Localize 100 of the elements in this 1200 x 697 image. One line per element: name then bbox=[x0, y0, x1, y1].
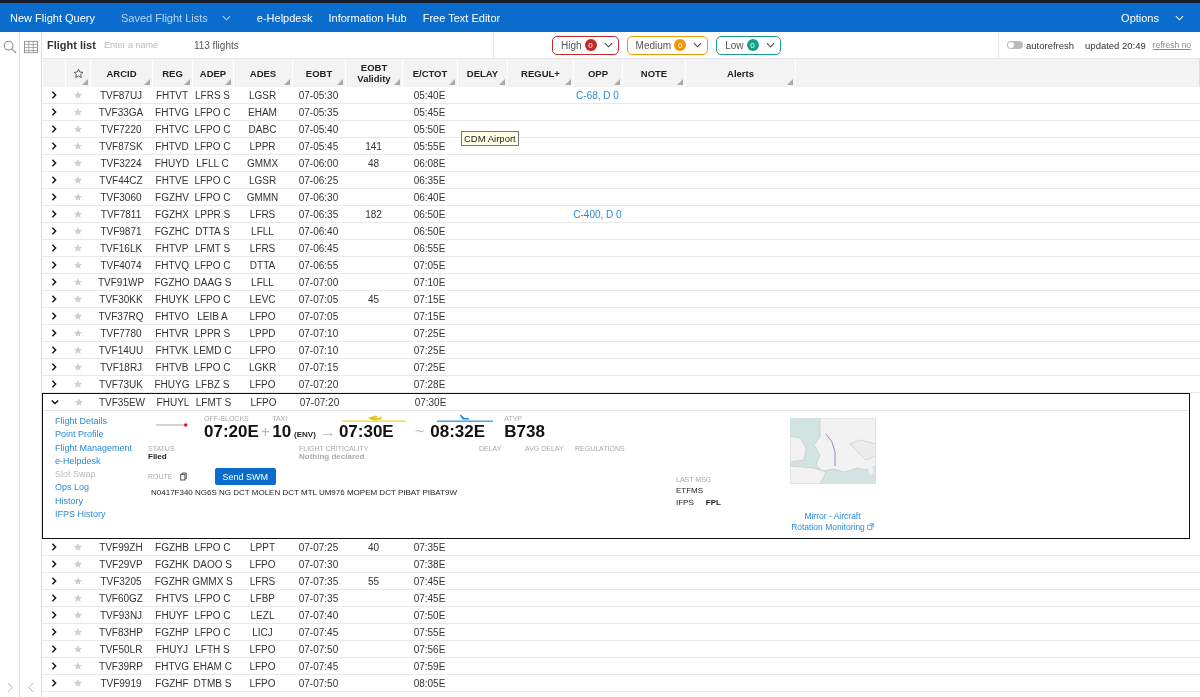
star-icon[interactable] bbox=[72, 644, 83, 654]
priority-filter[interactable]: Low 0 bbox=[716, 35, 781, 55]
star-icon[interactable] bbox=[72, 661, 83, 671]
chevron-right-icon[interactable] bbox=[49, 295, 58, 303]
expand-right-icon[interactable] bbox=[6, 682, 13, 693]
detail-link[interactable]: Point Profile bbox=[55, 429, 148, 440]
chevron-right-icon[interactable] bbox=[49, 543, 58, 551]
chevron-right-icon[interactable] bbox=[49, 159, 58, 167]
resize-grip-icon[interactable] bbox=[284, 79, 290, 85]
chevron-right-icon[interactable] bbox=[49, 176, 58, 184]
nav-item[interactable]: e-Helpdesk bbox=[248, 11, 321, 24]
detail-link[interactable]: History bbox=[55, 495, 148, 506]
star-icon[interactable] bbox=[72, 328, 83, 338]
column-header[interactable]: NOTE bbox=[640, 67, 668, 79]
chevron-right-icon[interactable] bbox=[49, 662, 58, 670]
column-header[interactable]: E/CTOT bbox=[412, 67, 448, 79]
star-icon[interactable] bbox=[72, 107, 83, 117]
star-icon[interactable] bbox=[72, 260, 83, 270]
chevron-right-icon[interactable] bbox=[49, 125, 58, 133]
resize-grip-icon[interactable] bbox=[499, 79, 505, 85]
resize-grip-icon[interactable] bbox=[144, 79, 150, 85]
star-icon[interactable] bbox=[72, 678, 83, 688]
column-header[interactable]: ADES bbox=[249, 67, 277, 79]
star-icon[interactable] bbox=[72, 226, 83, 236]
star-icon[interactable] bbox=[72, 311, 83, 321]
options-menu[interactable]: Options bbox=[1113, 11, 1192, 24]
star-icon[interactable] bbox=[72, 158, 83, 168]
table-icon[interactable] bbox=[23, 40, 38, 54]
chevron-right-icon[interactable] bbox=[49, 645, 58, 653]
star-icon[interactable] bbox=[73, 397, 84, 407]
star-icon[interactable] bbox=[72, 576, 83, 586]
detail-link[interactable]: IFPS History bbox=[55, 509, 148, 520]
column-header[interactable]: REGUL+ bbox=[521, 67, 560, 79]
column-header[interactable]: OPP bbox=[587, 67, 609, 79]
star-icon[interactable] bbox=[72, 379, 83, 389]
star-icon[interactable] bbox=[72, 90, 83, 100]
detail-link[interactable]: Ops Log bbox=[55, 482, 148, 493]
resize-grip-icon[interactable] bbox=[82, 79, 88, 85]
star-icon[interactable] bbox=[72, 192, 83, 202]
chevron-right-icon[interactable] bbox=[49, 628, 58, 636]
priority-filter[interactable]: High 0 bbox=[552, 35, 619, 55]
chevron-right-icon[interactable] bbox=[49, 380, 58, 388]
column-header[interactable]: EOBT bbox=[305, 67, 333, 79]
chevron-right-icon[interactable] bbox=[49, 346, 58, 354]
column-header[interactable]: ARCID bbox=[106, 67, 137, 79]
star-icon[interactable] bbox=[72, 141, 83, 151]
star-icon[interactable] bbox=[72, 593, 83, 603]
autorefresh-toggle[interactable] bbox=[1007, 41, 1023, 49]
resize-grip-icon[interactable] bbox=[565, 79, 571, 85]
star-icon[interactable] bbox=[72, 243, 83, 253]
detail-link[interactable]: Flight Details bbox=[55, 416, 148, 426]
detail-link[interactable]: e-Helpdesk bbox=[55, 455, 148, 466]
nav-item[interactable]: Free Text Editor bbox=[414, 11, 509, 24]
chevron-right-icon[interactable] bbox=[49, 679, 58, 687]
chevron-right-icon[interactable] bbox=[49, 577, 58, 585]
send-swm-button[interactable]: Send SWM bbox=[214, 468, 276, 485]
chevron-right-icon[interactable] bbox=[49, 91, 58, 99]
priority-filter[interactable]: Medium 0 bbox=[626, 35, 709, 55]
chevron-right-icon[interactable] bbox=[49, 244, 58, 252]
detail-link[interactable]: Flight Management bbox=[55, 442, 148, 453]
chevron-down-icon[interactable] bbox=[50, 398, 59, 406]
column-header[interactable]: DELAY bbox=[466, 67, 499, 79]
resize-grip-icon[interactable] bbox=[225, 79, 231, 85]
star-icon[interactable] bbox=[72, 559, 83, 569]
refresh-link[interactable]: refresh no bbox=[1152, 40, 1192, 50]
star-icon[interactable] bbox=[72, 294, 83, 304]
collapse-left-icon[interactable] bbox=[27, 682, 34, 693]
rotation-monitoring-link[interactable]: Mirror - Aircraft Rotation Monitoring bbox=[788, 511, 877, 533]
star-icon[interactable] bbox=[72, 277, 83, 287]
resize-grip-icon[interactable] bbox=[394, 79, 400, 85]
column-header[interactable]: Alerts bbox=[727, 67, 754, 79]
copy-icon[interactable] bbox=[179, 472, 187, 481]
star-icon[interactable] bbox=[72, 362, 83, 372]
resize-grip-icon[interactable] bbox=[614, 79, 620, 85]
resize-grip-icon[interactable] bbox=[184, 79, 190, 85]
chevron-right-icon[interactable] bbox=[49, 210, 58, 218]
resize-grip-icon[interactable] bbox=[449, 79, 455, 85]
chevron-right-icon[interactable] bbox=[49, 193, 58, 201]
chevron-right-icon[interactable] bbox=[49, 312, 58, 320]
resize-grip-icon[interactable] bbox=[677, 79, 683, 85]
chevron-right-icon[interactable] bbox=[49, 227, 58, 235]
chevron-right-icon[interactable] bbox=[49, 611, 58, 619]
star-icon[interactable] bbox=[72, 627, 83, 637]
nav-item[interactable]: Information Hub bbox=[320, 11, 415, 24]
star-outline-icon[interactable] bbox=[72, 67, 84, 79]
chevron-right-icon[interactable] bbox=[49, 142, 58, 150]
star-icon[interactable] bbox=[72, 542, 83, 552]
star-icon[interactable] bbox=[72, 610, 83, 620]
star-icon[interactable] bbox=[72, 209, 83, 219]
chevron-right-icon[interactable] bbox=[49, 363, 58, 371]
chevron-right-icon[interactable] bbox=[49, 594, 58, 602]
chevron-right-icon[interactable] bbox=[49, 278, 58, 286]
opp-link[interactable]: C-400, D 0 bbox=[573, 208, 622, 220]
resize-grip-icon[interactable] bbox=[337, 79, 343, 85]
chevron-right-icon[interactable] bbox=[49, 329, 58, 337]
opp-link[interactable]: C-68, D 0 bbox=[576, 89, 619, 101]
search-icon[interactable] bbox=[2, 40, 17, 54]
chevron-right-icon[interactable] bbox=[49, 560, 58, 568]
column-header[interactable]: REG bbox=[162, 67, 183, 79]
column-header[interactable]: ADEP bbox=[199, 67, 227, 79]
